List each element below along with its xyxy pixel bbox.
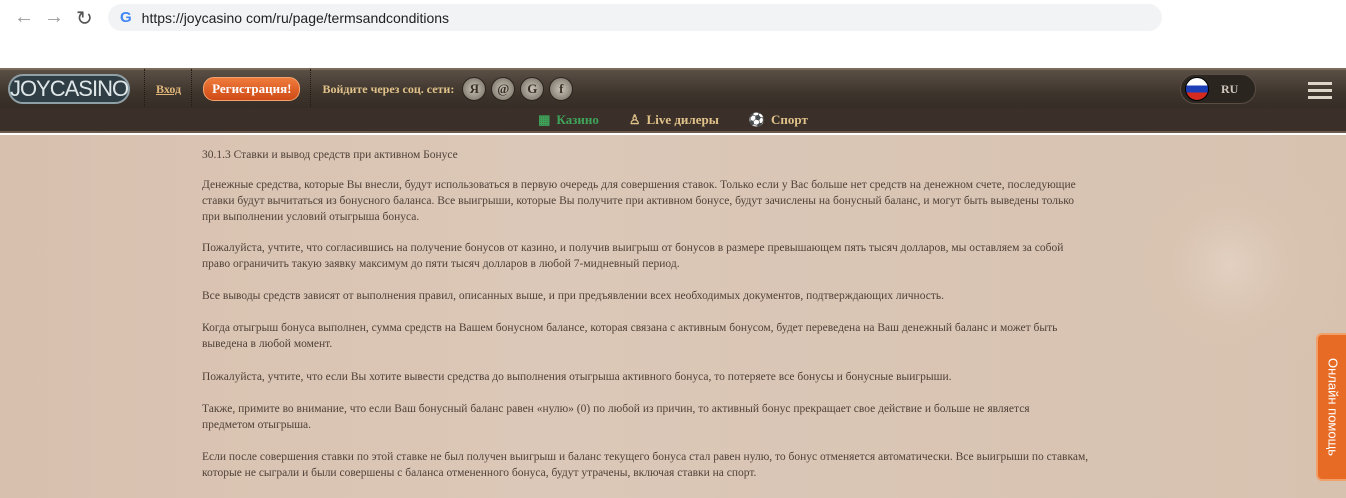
- section-heading: 30.1.3 Ставки и вывод средств при активн…: [202, 149, 458, 161]
- paragraph-line: при выполнении условий отыгрыша бонуса.: [202, 211, 420, 223]
- online-help-button[interactable]: Онлайн помощь: [1316, 333, 1346, 481]
- paragraph: Пожалуйста, учтите, что если Вы хотите в…: [202, 369, 951, 385]
- nav-label: Live дилеры: [646, 111, 719, 127]
- paragraph-line: Когда отыгрыш бонуса выполнен, сумма сре…: [202, 322, 1058, 334]
- nav-sport[interactable]: ⚽ Спорт: [749, 112, 808, 128]
- divider: [144, 69, 146, 109]
- nav-live-dealers[interactable]: ♙ Live дилеры: [629, 112, 719, 128]
- address-bar[interactable]: Ghttps://joycasino com/ru/page/termsandc…: [108, 4, 1162, 31]
- paragraph: Если после совершения ставки по этой ста…: [202, 449, 1088, 481]
- nav-label: Спорт: [771, 111, 808, 127]
- back-icon[interactable]: ←: [14, 6, 34, 29]
- paragraph: Денежные средства, которые Вы внесли, бу…: [202, 177, 1076, 225]
- sub-navigation: ▦ Казино ♙ Live дилеры ⚽ Спорт: [0, 108, 1346, 133]
- terms-content: 30.1.3 Ставки и вывод средств при активн…: [0, 135, 1346, 498]
- nav-label: Казино: [556, 111, 599, 127]
- social-label: Войдите через соц. сети:: [322, 81, 455, 96]
- paragraph-line: которые не сыграли и были совершены с ба…: [202, 467, 757, 479]
- paragraph: Пожалуйста, учтите, что согласившись на …: [202, 240, 1063, 272]
- paragraph-line: Пожалуйста, учтите, что если Вы хотите в…: [202, 371, 952, 383]
- menu-icon[interactable]: [1308, 82, 1332, 103]
- facebook-login-icon[interactable]: f: [549, 77, 574, 101]
- language-selector[interactable]: RU: [1180, 74, 1256, 104]
- browser-toolbar: ← → ↻ Ghttps://joycasino com/ru/page/ter…: [0, 0, 1346, 68]
- paragraph-line: право ограничить такую заявку максимум д…: [202, 258, 680, 270]
- paragraph-line: Также, примите во внимание, что если Ваш…: [202, 403, 1030, 415]
- yandex-login-icon[interactable]: Я: [462, 77, 487, 101]
- paragraph-line: Пожалуйста, учтите, что согласившись на …: [202, 242, 1064, 254]
- ball-icon: ⚽: [748, 111, 766, 127]
- paragraph-line: Денежные средства, которые Вы внесли, бу…: [202, 179, 1076, 191]
- paragraph-line: ставки будут вычитаться из бонусного бал…: [202, 195, 1074, 207]
- google-icon: G: [120, 9, 132, 26]
- dealer-icon: ♙: [628, 111, 641, 127]
- register-button[interactable]: Регистрация!: [203, 77, 301, 101]
- google-login-icon[interactable]: G: [520, 77, 545, 101]
- paragraph-line: Если после совершения ставки по этой ста…: [202, 451, 1089, 463]
- login-link[interactable]: Вход: [156, 82, 181, 97]
- russia-flag-icon: [1185, 77, 1209, 101]
- language-code: RU: [1221, 81, 1239, 96]
- reload-icon[interactable]: ↻: [76, 6, 93, 31]
- slot-icon: ▦: [538, 111, 551, 127]
- paragraph-line: предметом отыгрыша.: [202, 419, 312, 431]
- divider: [191, 69, 193, 109]
- mail-login-icon[interactable]: @: [491, 77, 516, 101]
- paragraph: Когда отыгрыш бонуса выполнен, сумма сре…: [202, 320, 1057, 352]
- paragraph-line: выведена в любой момент.: [202, 338, 333, 350]
- nav-casino[interactable]: ▦ Казино: [538, 112, 599, 128]
- divider: [310, 69, 312, 109]
- paragraph-line: Все выводы средств зависят от выполнения…: [202, 290, 944, 302]
- paragraph: Все выводы средств зависят от выполнения…: [202, 288, 944, 304]
- paragraph: Также, примите во внимание, что если Ваш…: [202, 401, 1030, 433]
- logo[interactable]: JOYCASINO: [8, 74, 130, 104]
- forward-icon[interactable]: →: [44, 6, 64, 29]
- site-header: JOYCASINO Вход Регистрация! Войдите чере…: [0, 68, 1346, 109]
- url-text: https://joycasino com/ru/page/termsandco…: [141, 9, 450, 26]
